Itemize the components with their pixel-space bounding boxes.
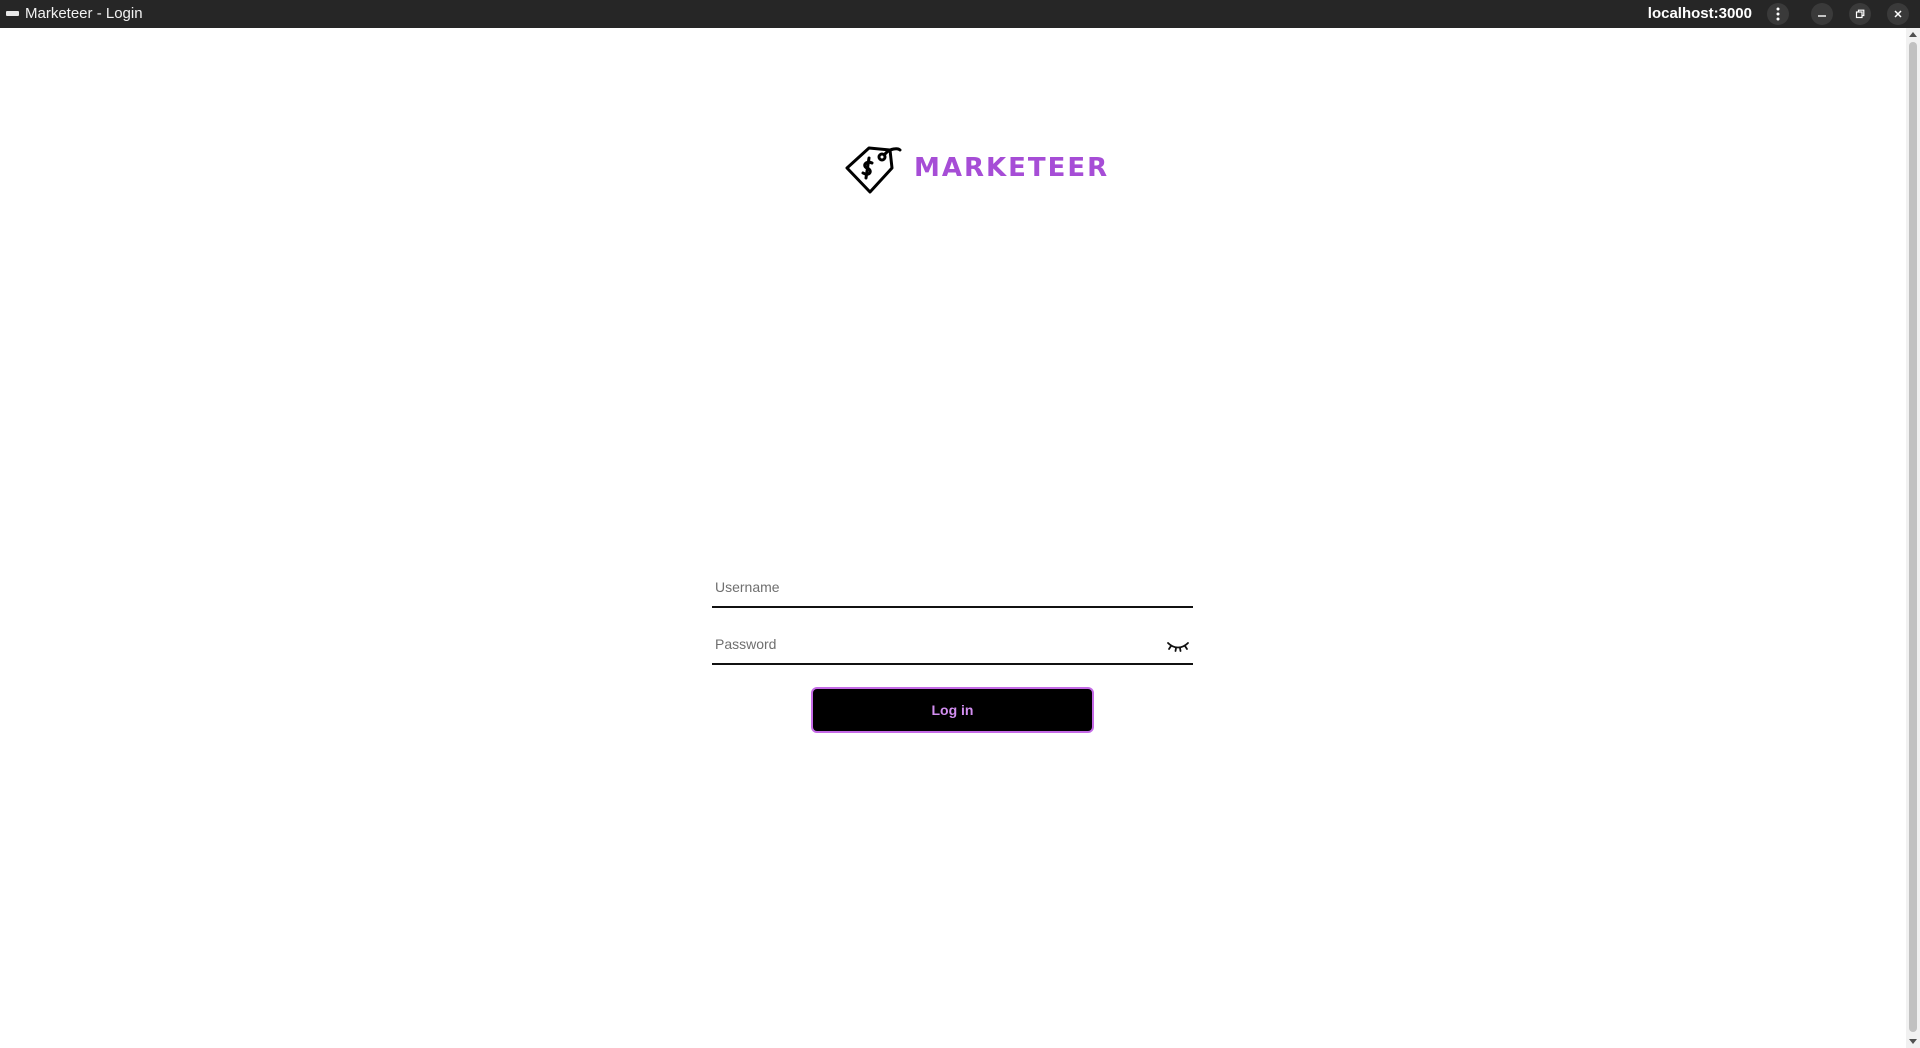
kebab-menu-icon[interactable] (1767, 3, 1789, 25)
username-field (712, 568, 1193, 608)
page-scrollbar[interactable] (1906, 28, 1920, 1048)
eye-closed-icon[interactable] (1166, 639, 1190, 653)
window-title: Marketeer - Login (25, 5, 143, 22)
scrollbar-thumb[interactable] (1909, 42, 1917, 1032)
minimize-icon[interactable] (1811, 3, 1833, 25)
close-icon[interactable] (1887, 3, 1909, 25)
restore-icon[interactable] (1849, 3, 1871, 25)
password-field (712, 625, 1193, 665)
login-page: MARKETEER Log in (0, 28, 1906, 1048)
login-button[interactable]: Log in (811, 687, 1094, 733)
username-input[interactable] (712, 568, 1193, 606)
app-icon (6, 11, 19, 16)
scroll-down-icon[interactable] (1909, 1039, 1917, 1044)
brand-name: MARKETEER (914, 153, 1110, 183)
brand-logo: MARKETEER (842, 142, 1107, 202)
window-host: localhost:3000 (1647, 5, 1752, 22)
window-titlebar: Marketeer - Login localhost:3000 (0, 0, 1920, 28)
scroll-up-icon[interactable] (1909, 32, 1917, 37)
price-tag-icon (845, 146, 902, 194)
password-input[interactable] (712, 625, 1193, 663)
